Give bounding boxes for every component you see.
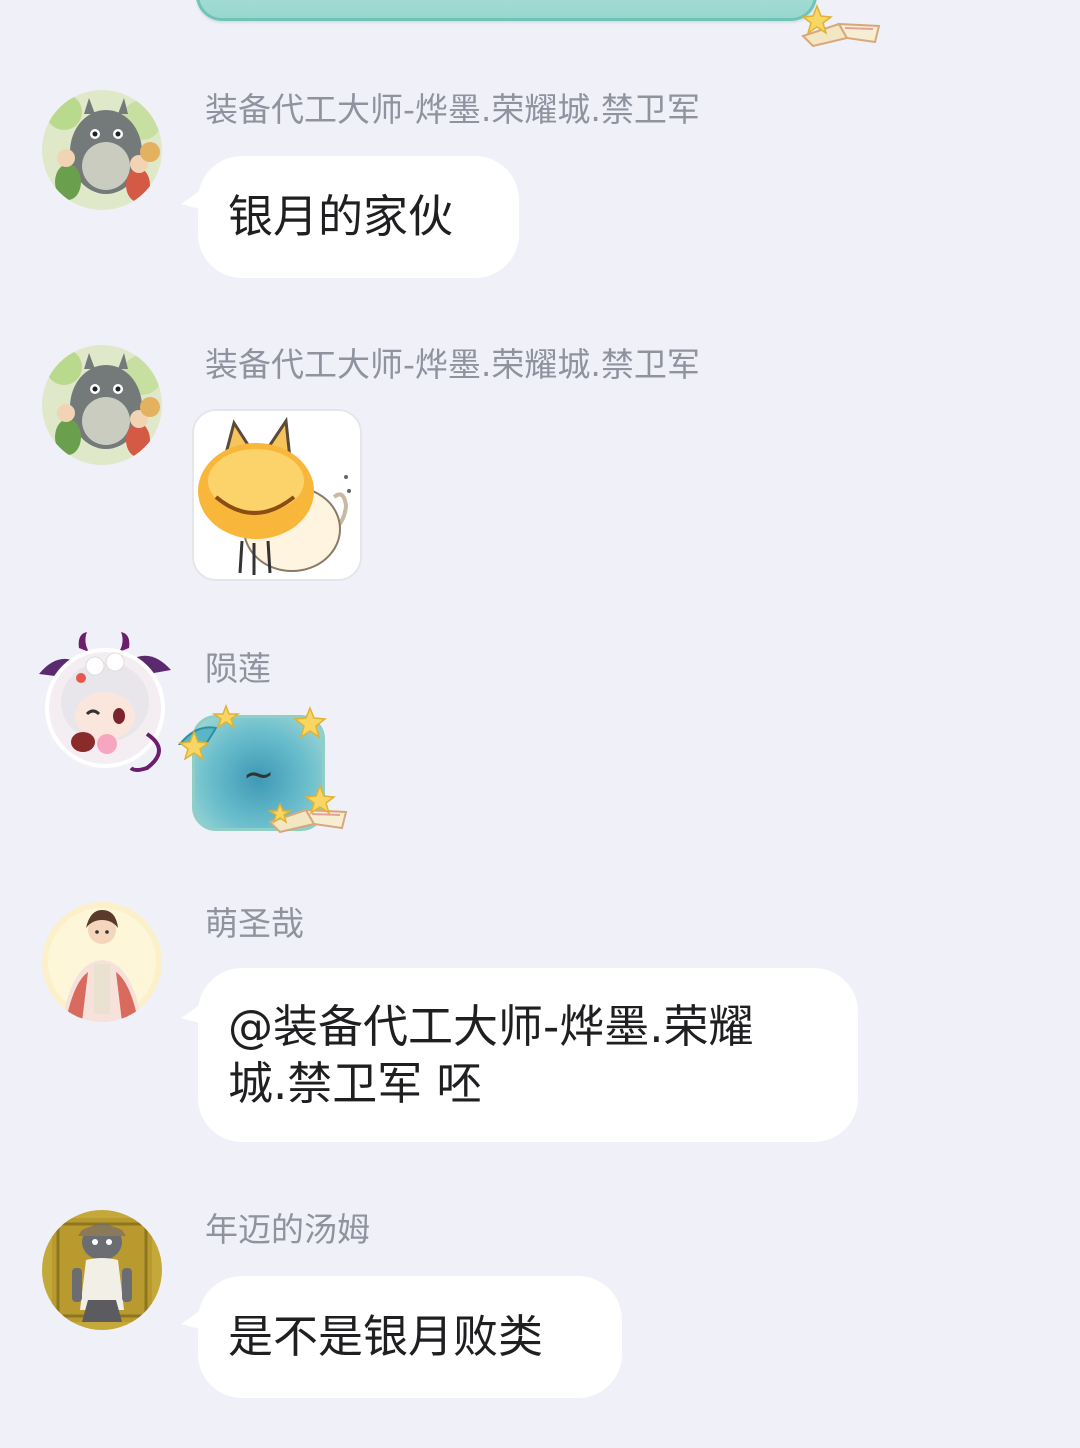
previous-message-bubble[interactable] <box>196 0 817 21</box>
message-bubble[interactable]: 银月的家伙 <box>198 156 519 278</box>
book-star-decoration-icon <box>267 784 348 834</box>
sticker-message[interactable] <box>192 409 362 581</box>
message-text-line: 城.禁卫军 呸 <box>228 1057 482 1110</box>
sender-nickname: 萌圣哉 <box>205 904 304 943</box>
yellow-cat-sticker-icon <box>194 411 360 579</box>
message-bubble[interactable]: @装备代工大师-烨墨.荣耀 城.禁卫军 呸 <box>198 968 858 1142</box>
totoro-avatar-icon <box>42 90 162 210</box>
book-star-decoration-icon <box>801 3 881 48</box>
message-text: 是不是银月败类 <box>228 1310 544 1363</box>
sender-avatar[interactable] <box>42 902 162 1022</box>
sender-avatar[interactable] <box>42 90 162 210</box>
sender-nickname: 陨莲 <box>205 649 271 688</box>
old-cat-avatar-icon <box>42 1210 162 1330</box>
chat-message-list[interactable]: 装备代工大师-烨墨.荣耀城.禁卫军 银月的家伙 装备代工大师-烨墨.荣耀城.禁卫… <box>0 0 1080 1448</box>
star-wing-decoration-icon <box>177 704 241 760</box>
sender-nickname: 装备代工大师-烨墨.荣耀城.禁卫军 <box>205 345 700 384</box>
sender-avatar[interactable] <box>42 345 162 465</box>
totoro-avatar-icon <box>42 345 162 465</box>
star-icon <box>293 706 327 739</box>
sender-nickname: 年迈的汤姆 <box>205 1210 370 1249</box>
message-text: 银月的家伙 <box>228 190 454 243</box>
message-text-line: @装备代工大师-烨墨.荣耀 <box>228 1000 754 1053</box>
message-bubble[interactable]: 是不是银月败类 <box>198 1276 622 1398</box>
sender-avatar[interactable] <box>42 1210 162 1330</box>
sender-nickname: 装备代工大师-烨墨.荣耀城.禁卫军 <box>205 90 700 129</box>
demon-wing-anime-avatar-icon <box>39 632 171 772</box>
anime-hero-avatar-icon <box>42 902 162 1022</box>
sender-avatar[interactable] <box>35 630 175 778</box>
